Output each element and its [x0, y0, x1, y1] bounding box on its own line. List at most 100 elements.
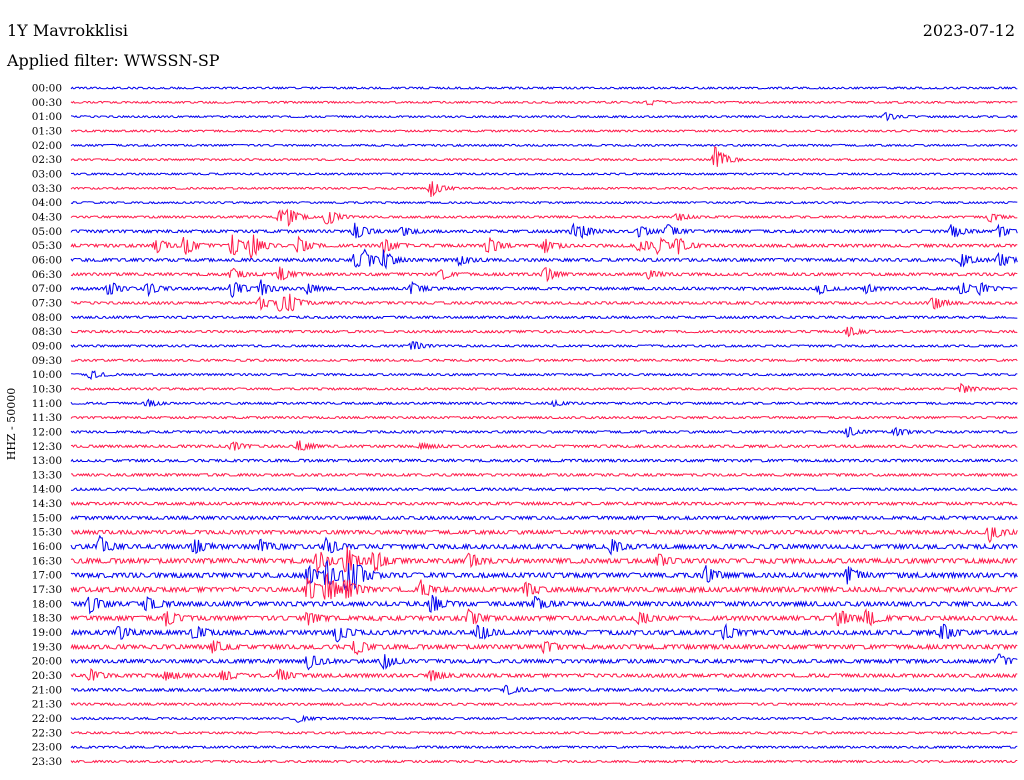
- time-tick-label: 07:30: [32, 297, 62, 309]
- time-tick-label: 10:00: [32, 369, 62, 381]
- time-tick-label: 23:30: [32, 756, 62, 768]
- seismic-trace-line: [70, 398, 1018, 407]
- seismic-trace-line: [71, 684, 1018, 695]
- seismic-trace-line: [70, 745, 1018, 750]
- seismic-trace-line: [70, 668, 1018, 682]
- time-tick-label: 16:00: [32, 541, 62, 553]
- time-tick-label: 12:30: [32, 441, 62, 453]
- seismic-trace-line: [70, 315, 1018, 320]
- time-tick-label: 18:30: [32, 613, 62, 625]
- time-tick-label: 19:00: [32, 627, 62, 639]
- time-tick-label: 22:30: [32, 727, 62, 739]
- time-tick-label: 10:30: [32, 383, 62, 395]
- seismic-trace-line: [70, 440, 1018, 451]
- seismic-trace-line: [70, 426, 1018, 438]
- seismic-trace-line: [70, 181, 1018, 198]
- time-tick-label: 05:30: [32, 240, 62, 252]
- time-tick-label: 22:00: [32, 713, 62, 725]
- seismic-trace-line: [70, 486, 1018, 492]
- seismic-trace-line: [70, 653, 1018, 671]
- seismic-trace-line: [70, 326, 1018, 338]
- seismic-trace-line: [70, 415, 1018, 420]
- seismic-trace-line: [70, 714, 1018, 723]
- seismic-trace-line: [70, 234, 1018, 261]
- time-tick-label: 15:00: [32, 512, 62, 524]
- seismic-trace-line: [70, 640, 1018, 656]
- time-tick-label: 02:00: [32, 140, 62, 152]
- time-tick-label: 00:30: [32, 97, 62, 109]
- time-tick-label: 09:00: [32, 340, 62, 352]
- seismic-trace-line: [70, 129, 1018, 133]
- y-axis-label-group: HHZ - 50000: [5, 388, 18, 461]
- helicorder-plot: HHZ - 50000 00:00 00:30 01:00 01:30 02:00 02:…: [5, 83, 1018, 769]
- time-tick-label: 19:30: [32, 641, 62, 653]
- seismic-trace-line: [70, 266, 1018, 283]
- seismic-trace-line: [70, 358, 1018, 363]
- time-tick-label: 07:00: [32, 283, 62, 295]
- seismic-trace-line: [70, 547, 1018, 573]
- seismic-trace-line: [70, 208, 1018, 227]
- time-tick-label: 03:30: [32, 183, 62, 195]
- time-tick-label: 05:00: [32, 226, 62, 238]
- time-tick-label: 08:30: [32, 326, 62, 338]
- time-tick-label: 15:30: [32, 527, 62, 539]
- time-tick-label: 11:00: [32, 398, 62, 410]
- time-tick-label: 14:00: [32, 484, 62, 496]
- seismic-trace-line: [70, 382, 1018, 393]
- seismic-trace-line: [70, 222, 1018, 240]
- time-tick-label: 21:30: [32, 699, 62, 711]
- time-tick-label: 13:00: [32, 455, 62, 467]
- seismic-trace-line: [70, 111, 1018, 122]
- seismic-trace-line: [70, 527, 1018, 544]
- time-tick-label: 12:00: [32, 426, 62, 438]
- time-tick-label: 09:30: [32, 355, 62, 367]
- seismic-trace-line: [70, 702, 1018, 707]
- time-tick-label: 01:30: [32, 125, 62, 137]
- seismic-trace-line: [70, 572, 1018, 600]
- seismic-trace-line: [70, 622, 1018, 643]
- seismic-trace-line: [71, 472, 1018, 478]
- time-tick-label: 04:00: [32, 197, 62, 209]
- time-tick-label: 02:30: [32, 154, 62, 166]
- time-tick-label: 08:00: [32, 312, 62, 324]
- time-tick-label: 11:30: [32, 412, 62, 424]
- time-tick-label: 14:30: [32, 498, 62, 510]
- seismic-trace-line: [70, 515, 1018, 521]
- seismic-trace-line: [70, 534, 1018, 556]
- seismic-trace-line: [70, 172, 1018, 176]
- seismic-trace-line: [70, 143, 1018, 148]
- time-tick-label: 20:00: [32, 656, 62, 668]
- time-tick-label: 04:30: [32, 211, 62, 223]
- time-tick-label: 01:00: [32, 111, 62, 123]
- seismic-trace-line: [70, 559, 1018, 591]
- time-tick-label: 06:30: [32, 269, 62, 281]
- time-tick-label: 23:00: [32, 742, 62, 754]
- time-tick-label: 17:00: [32, 570, 62, 582]
- seismic-trace-line: [70, 86, 1018, 90]
- time-tick-label: 17:30: [32, 584, 62, 596]
- time-tick-label: 00:00: [32, 83, 62, 95]
- seismic-trace-line: [70, 99, 1018, 106]
- time-tick-label: 18:00: [32, 598, 62, 610]
- seismic-trace-line: [70, 370, 1018, 381]
- seismic-trace-line: [70, 146, 1018, 167]
- seismic-trace-line: [70, 200, 1018, 205]
- time-tick-labels: 00:00 00:30 01:00 01:30 02:00 02:30 03:00 03:30…: [32, 83, 62, 769]
- seismic-traces: [70, 86, 1018, 764]
- seismic-trace-line: [70, 341, 1018, 350]
- seismic-trace-line: [70, 608, 1018, 627]
- seismic-trace-line: [70, 730, 1018, 735]
- seismic-trace-line: [70, 458, 1018, 463]
- time-tick-label: 06:00: [32, 254, 62, 266]
- seismic-trace-line: [70, 594, 1018, 615]
- time-tick-label: 16:30: [32, 555, 62, 567]
- time-tick-label: 21:00: [32, 684, 62, 696]
- seismic-trace-line: [70, 248, 1018, 270]
- time-tick-label: 13:30: [32, 469, 62, 481]
- seismic-trace-line: [70, 759, 1018, 764]
- seismic-trace-line: [70, 279, 1018, 298]
- seismic-trace-line: [70, 501, 1018, 507]
- y-axis-label: HHZ - 50000: [5, 388, 18, 461]
- time-tick-label: 03:00: [32, 168, 62, 180]
- seismic-trace-line: [70, 293, 1018, 312]
